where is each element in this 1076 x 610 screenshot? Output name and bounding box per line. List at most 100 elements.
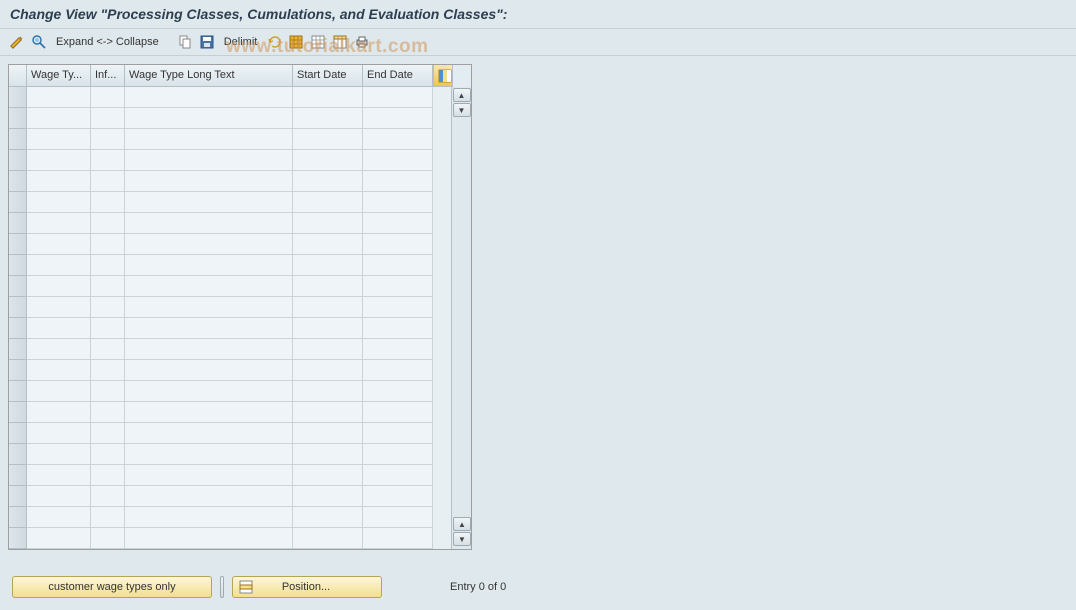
delimit-button[interactable]: Delimit [220, 34, 262, 50]
cell-start-date[interactable] [293, 507, 363, 528]
cell-inf[interactable] [91, 423, 125, 444]
cell-end-date[interactable] [363, 171, 433, 192]
cell-end-date[interactable] [363, 150, 433, 171]
scroll-down-bottom-arrow-icon[interactable]: ▼ [453, 532, 471, 546]
row-selector[interactable] [9, 192, 27, 213]
cell-start-date[interactable] [293, 444, 363, 465]
cell-end-date[interactable] [363, 360, 433, 381]
cell-wage-type[interactable] [27, 465, 91, 486]
cell-long-text[interactable] [125, 465, 293, 486]
cell-start-date[interactable] [293, 297, 363, 318]
row-selector[interactable] [9, 129, 27, 150]
row-selector[interactable] [9, 150, 27, 171]
row-selector[interactable] [9, 465, 27, 486]
cell-end-date[interactable] [363, 318, 433, 339]
cell-start-date[interactable] [293, 87, 363, 108]
select-all-icon[interactable] [287, 33, 305, 51]
scroll-down-arrow-icon[interactable]: ▼ [453, 103, 471, 117]
vertical-scrollbar[interactable]: ▲ ▼ ▲ ▼ [451, 87, 471, 549]
cell-end-date[interactable] [363, 276, 433, 297]
row-selector[interactable] [9, 444, 27, 465]
cell-inf[interactable] [91, 234, 125, 255]
cell-start-date[interactable] [293, 276, 363, 297]
cell-wage-type[interactable] [27, 360, 91, 381]
cell-end-date[interactable] [363, 108, 433, 129]
cell-start-date[interactable] [293, 486, 363, 507]
cell-wage-type[interactable] [27, 87, 91, 108]
row-selector[interactable] [9, 528, 27, 549]
other-view-icon[interactable] [30, 33, 48, 51]
print-icon[interactable] [353, 33, 371, 51]
cell-end-date[interactable] [363, 444, 433, 465]
cell-wage-type[interactable] [27, 297, 91, 318]
cell-end-date[interactable] [363, 192, 433, 213]
toggle-display-change-icon[interactable] [8, 33, 26, 51]
cell-inf[interactable] [91, 381, 125, 402]
cell-start-date[interactable] [293, 381, 363, 402]
row-selector[interactable] [9, 234, 27, 255]
row-selector[interactable] [9, 171, 27, 192]
cell-long-text[interactable] [125, 318, 293, 339]
cell-end-date[interactable] [363, 297, 433, 318]
scroll-up-bottom-arrow-icon[interactable]: ▲ [453, 517, 471, 531]
row-selector[interactable] [9, 486, 27, 507]
cell-inf[interactable] [91, 402, 125, 423]
cell-wage-type[interactable] [27, 255, 91, 276]
row-selector[interactable] [9, 213, 27, 234]
col-header-inf[interactable]: Inf... [91, 65, 125, 87]
cell-start-date[interactable] [293, 150, 363, 171]
cell-end-date[interactable] [363, 423, 433, 444]
scroll-up-arrow-icon[interactable]: ▲ [453, 88, 471, 102]
cell-long-text[interactable] [125, 297, 293, 318]
table-settings-icon[interactable] [331, 33, 349, 51]
cell-end-date[interactable] [363, 213, 433, 234]
col-header-wage-type[interactable]: Wage Ty... [27, 65, 91, 87]
cell-long-text[interactable] [125, 276, 293, 297]
cell-start-date[interactable] [293, 402, 363, 423]
cell-inf[interactable] [91, 297, 125, 318]
cell-inf[interactable] [91, 255, 125, 276]
cell-long-text[interactable] [125, 381, 293, 402]
col-header-start-date[interactable]: Start Date [293, 65, 363, 87]
cell-start-date[interactable] [293, 255, 363, 276]
cell-inf[interactable] [91, 276, 125, 297]
cell-start-date[interactable] [293, 339, 363, 360]
cell-long-text[interactable] [125, 171, 293, 192]
cell-start-date[interactable] [293, 423, 363, 444]
cell-long-text[interactable] [125, 213, 293, 234]
cell-inf[interactable] [91, 339, 125, 360]
cell-wage-type[interactable] [27, 528, 91, 549]
cell-start-date[interactable] [293, 171, 363, 192]
cell-inf[interactable] [91, 87, 125, 108]
customer-wage-types-button[interactable]: customer wage types only [12, 576, 212, 598]
cell-wage-type[interactable] [27, 381, 91, 402]
cell-start-date[interactable] [293, 192, 363, 213]
cell-start-date[interactable] [293, 528, 363, 549]
cell-long-text[interactable] [125, 150, 293, 171]
cell-long-text[interactable] [125, 192, 293, 213]
row-selector[interactable] [9, 276, 27, 297]
cell-long-text[interactable] [125, 255, 293, 276]
row-selector[interactable] [9, 423, 27, 444]
cell-start-date[interactable] [293, 360, 363, 381]
cell-long-text[interactable] [125, 423, 293, 444]
cell-inf[interactable] [91, 129, 125, 150]
row-selector-header[interactable] [9, 65, 27, 87]
cell-wage-type[interactable] [27, 339, 91, 360]
cell-inf[interactable] [91, 213, 125, 234]
cell-start-date[interactable] [293, 108, 363, 129]
cell-wage-type[interactable] [27, 150, 91, 171]
cell-wage-type[interactable] [27, 423, 91, 444]
cell-end-date[interactable] [363, 234, 433, 255]
row-selector[interactable] [9, 297, 27, 318]
cell-inf[interactable] [91, 507, 125, 528]
cell-inf[interactable] [91, 108, 125, 129]
cell-inf[interactable] [91, 150, 125, 171]
cell-wage-type[interactable] [27, 486, 91, 507]
cell-start-date[interactable] [293, 213, 363, 234]
undo-icon[interactable] [265, 33, 283, 51]
col-header-long-text[interactable]: Wage Type Long Text [125, 65, 293, 87]
cell-start-date[interactable] [293, 129, 363, 150]
cell-long-text[interactable] [125, 402, 293, 423]
row-selector[interactable] [9, 381, 27, 402]
